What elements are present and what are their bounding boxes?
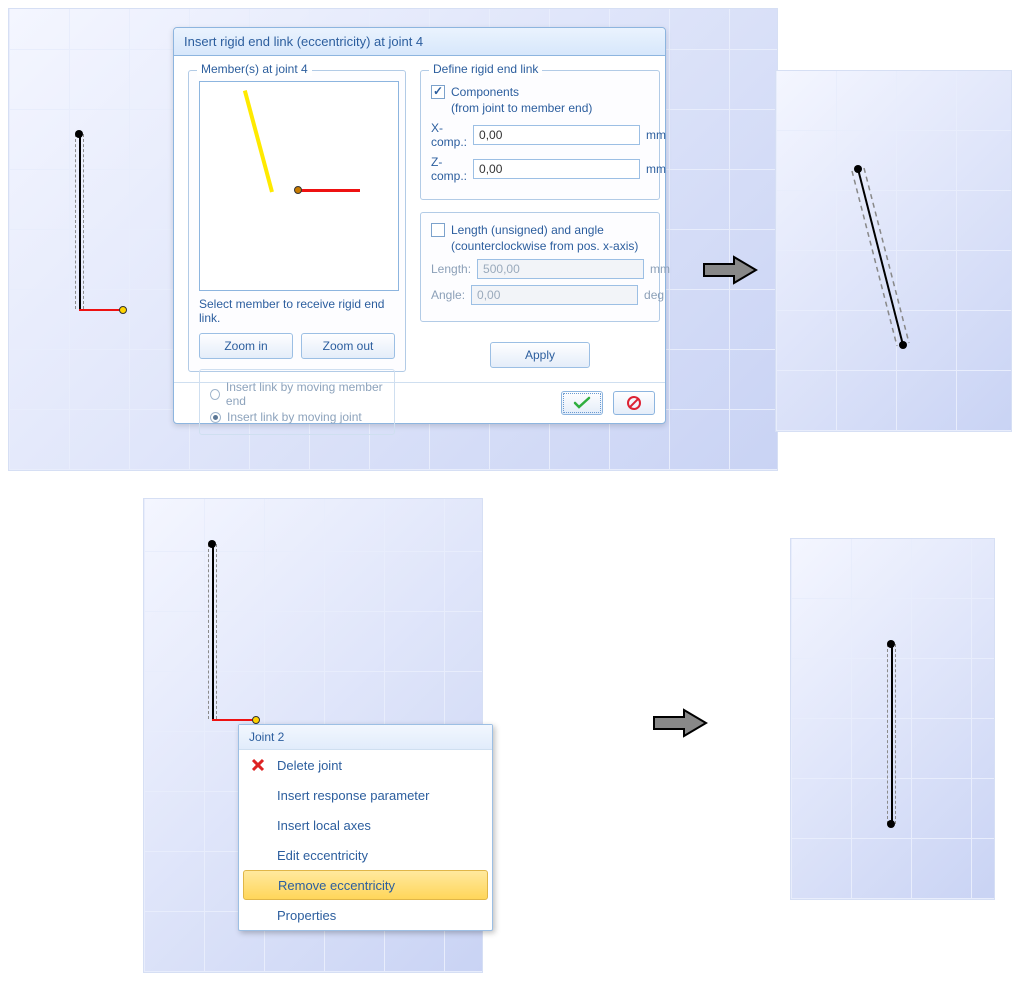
components-label: Components <box>451 85 519 99</box>
insert-rigid-link-dialog: Insert rigid end link (eccentricity) at … <box>173 27 666 424</box>
zoom-out-button[interactable]: Zoom out <box>301 333 395 359</box>
no-entry-icon <box>626 395 642 411</box>
dialog-title: Insert rigid end link (eccentricity) at … <box>174 28 665 56</box>
components-checkbox[interactable] <box>431 85 445 99</box>
joint-context-menu: Joint 2 Delete joint Insert response par… <box>238 724 493 931</box>
check-icon <box>573 396 591 410</box>
cm-insert-response-parameter[interactable]: Insert response parameter <box>239 780 492 810</box>
arrow-right-icon <box>702 255 758 285</box>
length-label: Length: <box>431 262 471 276</box>
cm-insert-axes-label: Insert local axes <box>277 818 371 833</box>
z-comp-input[interactable] <box>473 159 640 179</box>
radio-move-joint[interactable]: Insert link by moving joint <box>210 410 384 424</box>
cm-remove-eccentricity[interactable]: Remove eccentricity <box>243 870 488 900</box>
x-comp-unit: mm <box>646 128 666 142</box>
context-menu-header: Joint 2 <box>239 725 492 750</box>
cm-delete-joint[interactable]: Delete joint <box>239 750 492 780</box>
model-canvas-1-result[interactable] <box>775 70 1012 432</box>
cm-delete-joint-label: Delete joint <box>277 758 342 773</box>
model-canvas-1[interactable]: Insert rigid end link (eccentricity) at … <box>8 8 778 471</box>
x-comp-label: X-comp.: <box>431 121 467 149</box>
components-sublabel: (from joint to member end) <box>451 101 649 115</box>
z-comp-unit: mm <box>646 162 666 176</box>
delete-icon <box>247 756 269 774</box>
cancel-button[interactable] <box>613 391 655 415</box>
zoom-in-button[interactable]: Zoom in <box>199 333 293 359</box>
length-angle-label: Length (unsigned) and angle <box>451 223 604 237</box>
ok-button[interactable] <box>561 391 603 415</box>
model-canvas-2-result[interactable] <box>790 538 995 900</box>
member-preview[interactable] <box>199 81 399 291</box>
radio-move-joint-label: Insert link by moving joint <box>227 410 362 424</box>
length-angle-checkbox[interactable] <box>431 223 445 237</box>
cm-properties[interactable]: Properties <box>239 900 492 930</box>
length-unit: mm <box>650 262 670 276</box>
members-group-title: Member(s) at joint 4 <box>197 62 312 76</box>
cm-insert-response-label: Insert response parameter <box>277 788 429 803</box>
define-group-title: Define rigid end link <box>429 62 542 76</box>
cm-edit-eccentricity[interactable]: Edit eccentricity <box>239 840 492 870</box>
cm-insert-local-axes[interactable]: Insert local axes <box>239 810 492 840</box>
length-angle-sublabel: (counterclockwise from pos. x-axis) <box>451 239 649 253</box>
angle-input <box>471 285 638 305</box>
radio-move-member-end-label: Insert link by moving member end <box>226 380 384 408</box>
cm-properties-label: Properties <box>277 908 336 923</box>
model-canvas-2[interactable]: Joint 2 Delete joint Insert response par… <box>143 498 483 973</box>
x-comp-input[interactable] <box>473 125 640 145</box>
arrow-right-icon <box>652 708 708 738</box>
insert-mode-group: Insert link by moving member end Insert … <box>199 369 395 435</box>
cm-edit-ecc-label: Edit eccentricity <box>277 848 368 863</box>
angle-unit: deg <box>644 288 664 302</box>
angle-label: Angle: <box>431 288 465 302</box>
cm-remove-ecc-label: Remove eccentricity <box>278 878 395 893</box>
select-hint: Select member to receive rigid end link. <box>199 297 395 325</box>
z-comp-label: Z-comp.: <box>431 155 467 183</box>
apply-button[interactable]: Apply <box>490 342 590 368</box>
radio-move-member-end[interactable]: Insert link by moving member end <box>210 380 384 408</box>
length-input <box>477 259 644 279</box>
